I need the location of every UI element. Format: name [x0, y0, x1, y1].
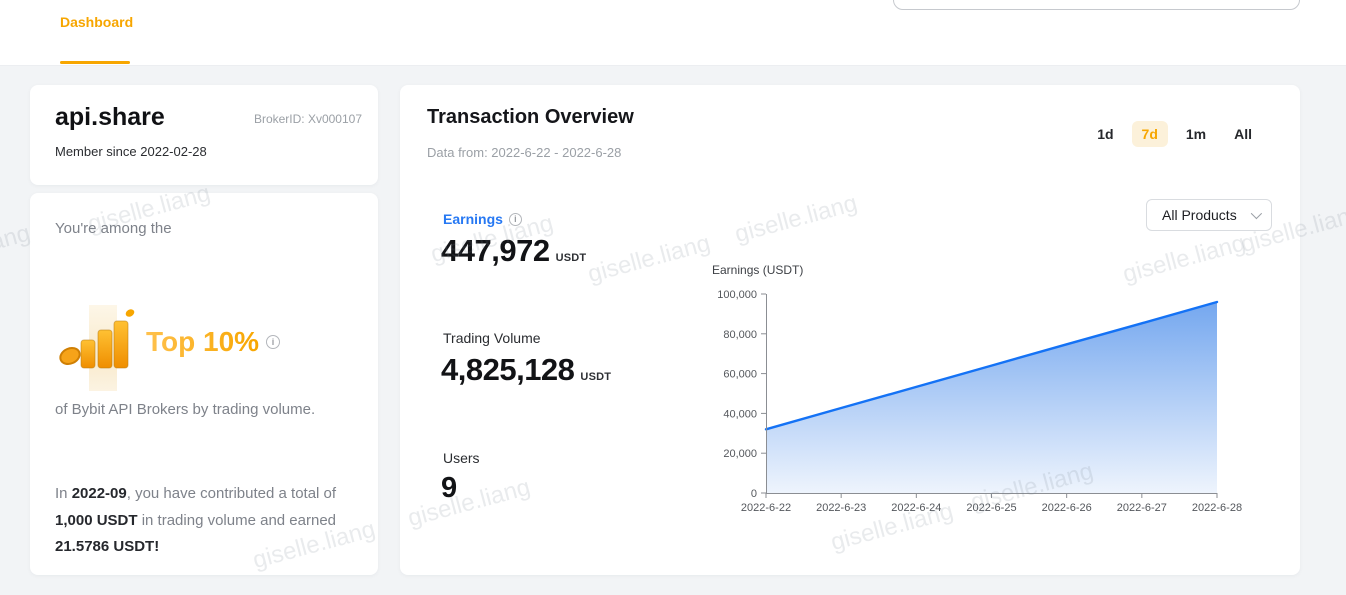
users-value-row: 9 — [441, 472, 457, 505]
transaction-overview-card: Transaction Overview Data from: 2022-6-2… — [400, 85, 1300, 575]
svg-text:2022-6-25: 2022-6-25 — [966, 502, 1016, 514]
summary-text: , you have contributed a total of — [127, 485, 336, 502]
svg-text:2022-6-23: 2022-6-23 — [816, 502, 866, 514]
trading-volume-value: 4,825,128 — [441, 352, 574, 388]
overview-date-range: Data from: 2022-6-22 - 2022-6-28 — [427, 145, 621, 160]
earnings-label: Earnings — [443, 211, 503, 227]
svg-text:2022-6-22: 2022-6-22 — [741, 502, 791, 514]
time-range-selector: 1d 7d 1m All — [1087, 121, 1262, 147]
earnings-value-row: 447,972 USDT — [441, 233, 586, 269]
broker-name: api.share — [55, 103, 165, 132]
watermark: giselle.liang — [0, 220, 33, 280]
range-button-1d[interactable]: 1d — [1087, 121, 1123, 147]
svg-text:2022-6-27: 2022-6-27 — [1117, 502, 1167, 514]
earnings-unit: USDT — [556, 252, 587, 269]
member-since: Member since 2022-02-28 — [55, 144, 207, 159]
rank-description: of Bybit API Brokers by trading volume. — [55, 401, 315, 418]
summary-text: in trading volume and earned — [138, 512, 336, 529]
profile-card: api.share BrokerID: Xv000107 Member sinc… — [30, 85, 378, 185]
x-axis-ticks: 2022-6-22 2022-6-23 2022-6-24 2022-6-25 2022… — [741, 493, 1242, 514]
y-axis-ticks: 0 20,000 40,000 60,000 80,000 100,000 — [717, 289, 766, 500]
summary-volume: 1,000 USDT — [55, 512, 138, 529]
product-filter-value: All Products — [1162, 207, 1237, 223]
rank-info-icon[interactable] — [266, 335, 280, 349]
summary-month: 2022-09 — [72, 485, 127, 502]
rank-card: You're among the Top 10% — [30, 193, 378, 575]
svg-text:20,000: 20,000 — [723, 448, 757, 460]
tab-dashboard[interactable]: Dashboard — [60, 14, 133, 30]
trading-volume-label: Trading Volume — [443, 330, 541, 346]
users-label: Users — [443, 450, 480, 466]
broker-id: BrokerID: Xv000107 — [254, 112, 362, 126]
trading-volume-unit: USDT — [580, 371, 611, 388]
range-button-all[interactable]: All — [1224, 121, 1262, 147]
rank-intro-text: You're among the — [55, 220, 172, 237]
product-filter-dropdown[interactable]: All Products — [1146, 199, 1272, 231]
top-navigation-bar: Dashboard — [0, 0, 1346, 66]
trading-volume-value-row: 4,825,128 USDT — [441, 352, 611, 388]
earnings-value: 447,972 — [441, 233, 550, 269]
svg-text:40,000: 40,000 — [723, 408, 757, 420]
range-button-7d[interactable]: 7d — [1132, 121, 1168, 147]
earnings-chart: 0 20,000 40,000 60,000 80,000 100,000 2022-6-… — [700, 258, 1260, 514]
earnings-chart-container: 0 20,000 40,000 60,000 80,000 100,000 2022-6-… — [700, 258, 1260, 519]
svg-text:2022-6-24: 2022-6-24 — [891, 502, 941, 514]
chevron-down-icon — [1251, 208, 1262, 219]
area-fill — [766, 302, 1217, 493]
svg-text:60,000: 60,000 — [723, 369, 757, 381]
svg-text:0: 0 — [751, 488, 757, 500]
rank-percent-label: Top 10% — [146, 326, 259, 358]
svg-text:100,000: 100,000 — [717, 289, 757, 301]
earnings-label-row: Earnings — [443, 211, 522, 227]
summary-text: In — [55, 485, 72, 502]
summary-earned: 21.5786 USDT! — [55, 538, 159, 555]
svg-text:80,000: 80,000 — [723, 329, 757, 341]
svg-text:2022-6-26: 2022-6-26 — [1042, 502, 1092, 514]
svg-text:2022-6-28: 2022-6-28 — [1192, 502, 1242, 514]
tab-active-underline — [60, 61, 130, 64]
users-value: 9 — [441, 472, 457, 505]
top-search-box[interactable] — [893, 0, 1300, 10]
earnings-info-icon[interactable] — [509, 213, 522, 226]
range-button-1m[interactable]: 1m — [1176, 121, 1216, 147]
overview-title: Transaction Overview — [427, 106, 634, 129]
monthly-summary: In 2022-09, you have contributed a total… — [55, 481, 351, 561]
bar-chart-trophy-icon — [58, 303, 138, 400]
